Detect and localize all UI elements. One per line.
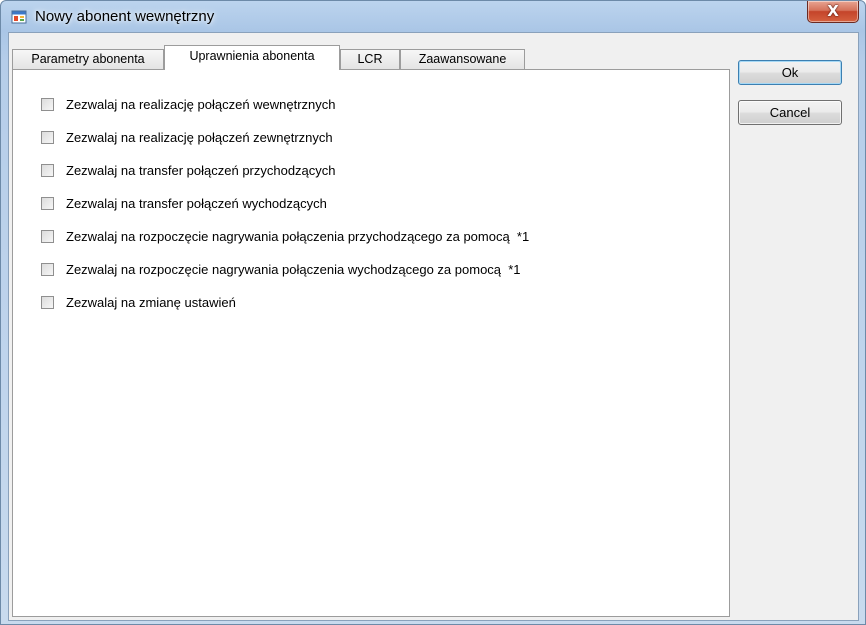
checkbox-label: Zezwalaj na transfer połączeń przychodzą…	[66, 162, 336, 178]
window-title: Nowy abonent wewnętrzny	[35, 8, 215, 25]
checkbox-label: Zezwalaj na rozpoczęcie nagrywania połąc…	[66, 228, 530, 244]
dialog-client-area: Parametry abonenta Uprawnienia abonenta …	[8, 32, 859, 621]
permission-record-incoming[interactable]: Zezwalaj na rozpoczęcie nagrywania połąc…	[41, 227, 529, 245]
tab-zaawansowane[interactable]: Zaawansowane	[400, 49, 525, 69]
checkbox-label: Zezwalaj na zmianę ustawień	[66, 294, 236, 310]
permissions-panel: Zezwalaj na realizację połączeń wewnętrz…	[12, 69, 730, 617]
close-icon: X	[827, 2, 839, 20]
tab-lcr[interactable]: LCR	[340, 49, 400, 69]
dialog-window: Nowy abonent wewnętrzny X Parametry abon…	[0, 0, 866, 625]
permission-external-calls[interactable]: Zezwalaj na realizację połączeń zewnętrz…	[41, 128, 333, 146]
title-bar[interactable]: Nowy abonent wewnętrzny X	[1, 1, 865, 33]
tab-parametry-abonenta[interactable]: Parametry abonenta	[12, 49, 164, 69]
application-window-icon	[11, 10, 27, 24]
tab-uprawnienia-abonenta[interactable]: Uprawnienia abonenta	[164, 45, 340, 70]
ok-button[interactable]: Ok	[738, 60, 842, 85]
permission-record-outgoing[interactable]: Zezwalaj na rozpoczęcie nagrywania połąc…	[41, 260, 521, 278]
cancel-button[interactable]: Cancel	[738, 100, 842, 125]
checkbox[interactable]	[41, 229, 54, 243]
checkbox-label: Zezwalaj na transfer połączeń wychodzący…	[66, 195, 327, 211]
permission-change-settings[interactable]: Zezwalaj na zmianę ustawień	[41, 293, 236, 311]
checkbox-label: Zezwalaj na rozpoczęcie nagrywania połąc…	[66, 261, 521, 277]
checkbox[interactable]	[41, 295, 54, 309]
checkbox[interactable]	[41, 196, 54, 210]
checkbox[interactable]	[41, 163, 54, 177]
checkbox-label: Zezwalaj na realizację połączeń zewnętrz…	[66, 129, 333, 145]
permission-internal-calls[interactable]: Zezwalaj na realizację połączeń wewnętrz…	[41, 95, 336, 113]
checkbox[interactable]	[41, 262, 54, 276]
checkbox[interactable]	[41, 97, 54, 111]
permission-transfer-incoming[interactable]: Zezwalaj na transfer połączeń przychodzą…	[41, 161, 336, 179]
checkbox[interactable]	[41, 130, 54, 144]
checkbox-label: Zezwalaj na realizację połączeń wewnętrz…	[66, 96, 336, 112]
close-button[interactable]: X	[807, 1, 859, 23]
permission-transfer-outgoing[interactable]: Zezwalaj na transfer połączeń wychodzący…	[41, 194, 327, 212]
